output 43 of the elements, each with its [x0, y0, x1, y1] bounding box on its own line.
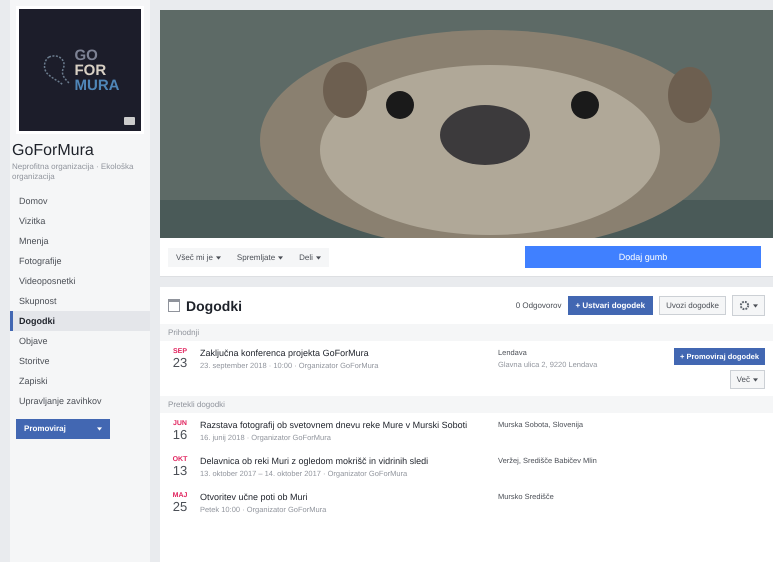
- event-day: 23: [168, 355, 192, 370]
- sidebar-item[interactable]: Upravljanje zavihkov: [10, 390, 150, 411]
- caret-icon: [97, 426, 102, 431]
- event-title[interactable]: Zaključna konferenca projekta GoForMura: [200, 348, 490, 358]
- section-label: Pretekli dogodki: [160, 396, 773, 413]
- events-title: Dogodki: [186, 298, 242, 314]
- camera-icon: [124, 117, 135, 125]
- sidebar-item[interactable]: Zapiski: [10, 370, 150, 391]
- calendar-icon: [168, 299, 180, 312]
- sidebar-item[interactable]: Mnenja: [10, 230, 150, 251]
- logo-text: GO: [74, 48, 99, 62]
- caret-icon: [278, 256, 284, 260]
- promote-button[interactable]: Promoviraj: [16, 418, 110, 439]
- logo-text: FOR: [74, 62, 108, 78]
- sidebar-item[interactable]: Domov: [10, 190, 150, 211]
- settings-button[interactable]: [732, 295, 765, 316]
- sidebar-item[interactable]: Objave: [10, 330, 150, 351]
- caret-icon: [216, 256, 221, 260]
- caret-icon: [316, 256, 321, 260]
- add-button[interactable]: Dodaj gumb: [525, 246, 761, 268]
- more-button[interactable]: Več: [730, 370, 765, 389]
- page-name[interactable]: GoForMura: [12, 142, 150, 160]
- page-category: Neprofitna organizacija · Ekološka organizacija: [12, 162, 134, 183]
- event-title[interactable]: Otvoritev učne poti ob Muri: [200, 492, 490, 502]
- caret-icon: [753, 378, 758, 382]
- sidebar-item[interactable]: Vizitka: [10, 210, 150, 231]
- sidebar-item[interactable]: Storitve: [10, 350, 150, 371]
- response-count[interactable]: 0 Odgovorov: [516, 301, 562, 310]
- caret-icon: [753, 304, 758, 308]
- settings-icon: [739, 300, 750, 311]
- sidebar-item[interactable]: Videoposnetki: [10, 270, 150, 291]
- import-events-button[interactable]: Uvozi dogodke: [659, 296, 726, 315]
- event-day: 25: [168, 499, 192, 514]
- section-label: Prihodnji: [160, 324, 773, 341]
- sidebar-item[interactable]: Skupnost: [10, 290, 150, 311]
- event-title[interactable]: Razstava fotografij ob svetovnem dnevu reke Mure v Murski Soboti: [200, 420, 490, 430]
- logo-text: MURA: [74, 78, 120, 92]
- event-title[interactable]: Delavnica ob reki Muri z ogledom mokrišč in vidrinih sledi: [200, 456, 490, 466]
- event-day: 16: [168, 427, 192, 442]
- sidebar-item[interactable]: Fotografije: [10, 250, 150, 271]
- sidebar-item[interactable]: Dogodki: [10, 310, 150, 331]
- event-day: 13: [168, 463, 192, 478]
- create-event-button[interactable]: + Ustvari dogodek: [568, 296, 654, 315]
